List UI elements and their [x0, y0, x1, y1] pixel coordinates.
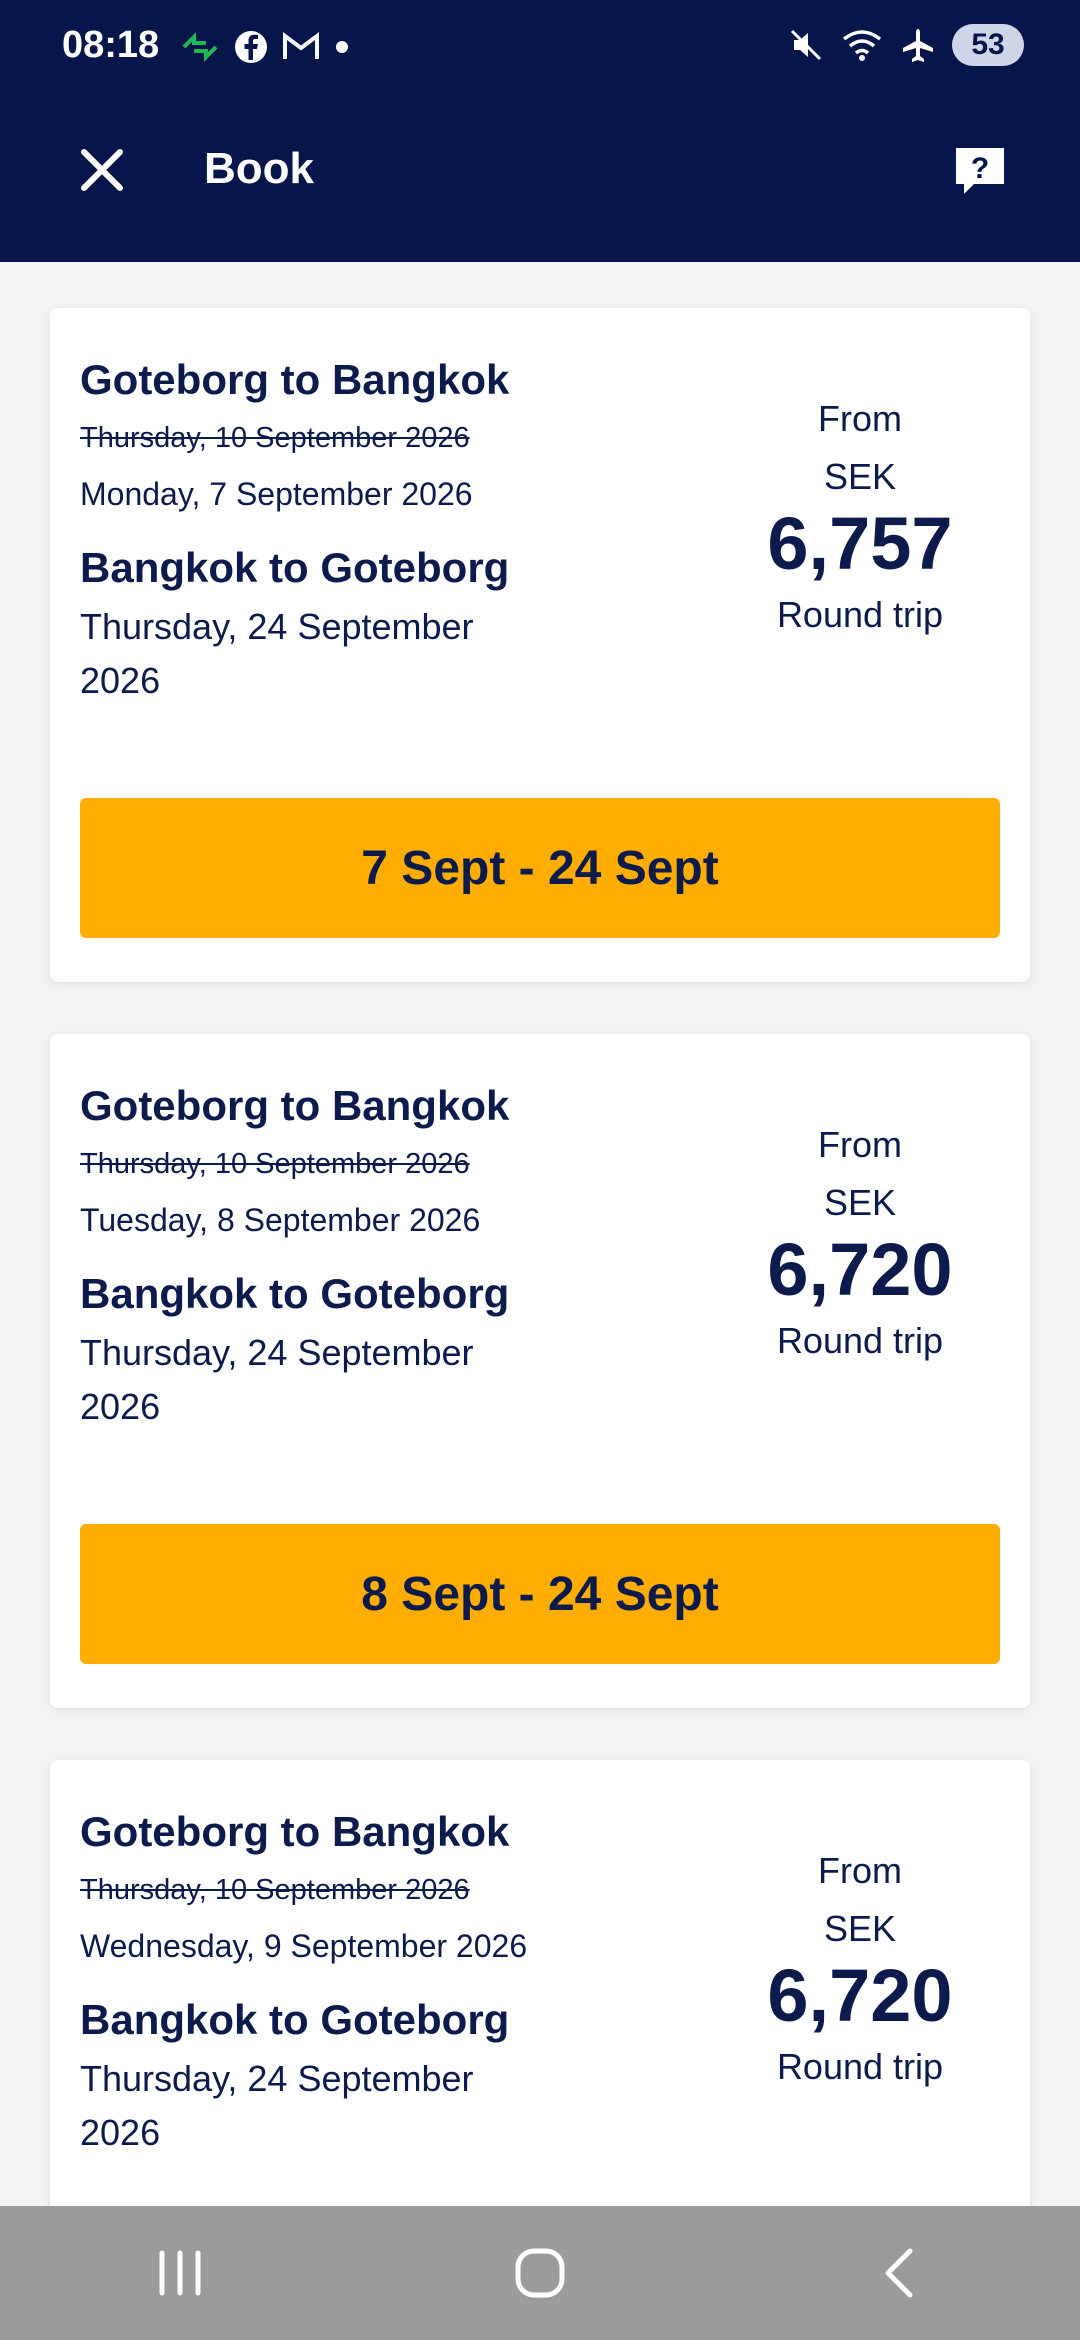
original-date: Thursday, 10 September 2026: [80, 1148, 470, 1180]
return-date: Thursday, 24 September 2026: [80, 1332, 474, 1427]
outbound-route: Goteborg to Bangkok: [80, 356, 510, 403]
back-button[interactable]: [840, 2228, 960, 2318]
price-block: From SEK 6,720 Round trip: [670, 1124, 1050, 1362]
svg-text:?: ?: [971, 152, 989, 185]
from-label: From: [818, 1124, 902, 1165]
select-dates-button[interactable]: 7 Sept - 24 Sept: [80, 798, 1000, 938]
status-bar: 08:18 53: [0, 0, 1080, 100]
mute-icon: [790, 29, 822, 61]
facebook-icon: [235, 31, 267, 63]
status-system-icons: 53: [788, 24, 1024, 66]
help-button[interactable]: ?: [950, 144, 1010, 200]
trip-type: Round trip: [776, 2046, 944, 2087]
return-date: Thursday, 24 September 2026: [80, 2058, 474, 2153]
flight-option-card: Goteborg to Bangkok Thursday, 10 Septemb…: [50, 1034, 1030, 1708]
select-dates-button[interactable]: 8 Sept - 24 Sept: [80, 1524, 1000, 1664]
trip-type: Round trip: [776, 594, 944, 635]
flight-option-card: Goteborg to Bangkok Thursday, 10 Septemb…: [50, 308, 1030, 982]
outbound-route: Goteborg to Bangkok: [80, 1082, 510, 1129]
outbound-date: Wednesday, 9 September 2026: [80, 1928, 528, 1964]
status-notification-icons: [180, 30, 350, 64]
currency: SEK: [823, 1908, 897, 1949]
return-route: Bangkok to Goteborg: [80, 1996, 510, 2043]
gmail-icon: [283, 32, 319, 59]
original-date: Thursday, 10 September 2026: [80, 1874, 470, 1906]
battery-indicator: 53: [952, 24, 1024, 66]
home-button[interactable]: [480, 2228, 600, 2318]
airplane-icon: [903, 29, 933, 62]
price-block: From SEK 6,720 Round trip: [670, 1850, 1050, 2088]
return-date: Thursday, 24 September 2026: [80, 606, 474, 701]
currency: SEK: [823, 1182, 897, 1223]
from-label: From: [818, 398, 902, 439]
wifi-icon: [842, 30, 882, 61]
price: 6,720: [767, 1228, 953, 1311]
trip-type: Round trip: [776, 1320, 944, 1361]
recent-apps-button[interactable]: [120, 2228, 240, 2318]
flight-option-card: Goteborg to Bangkok Thursday, 10 Septemb…: [50, 1760, 1030, 2206]
outbound-date: Monday, 7 September 2026: [80, 476, 473, 512]
price: 6,757: [767, 502, 953, 585]
flight-options-list: Goteborg to Bangkok Thursday, 10 Septemb…: [0, 262, 1080, 2206]
close-button[interactable]: [70, 138, 134, 202]
back-icon: [885, 2248, 913, 2298]
currency: SEK: [823, 456, 897, 497]
outbound-date: Tuesday, 8 September 2026: [80, 1202, 481, 1238]
price-block: From SEK 6,757 Round trip: [670, 398, 1050, 636]
sync-icon: [182, 32, 218, 62]
home-icon: [515, 2248, 565, 2298]
price: 6,720: [767, 1954, 953, 2037]
return-route: Bangkok to Goteborg: [80, 544, 510, 591]
system-navigation-bar: [0, 2206, 1080, 2340]
return-route: Bangkok to Goteborg: [80, 1270, 510, 1317]
close-icon: [81, 149, 123, 191]
page-title: Book: [204, 144, 314, 193]
dot-icon: [336, 41, 348, 53]
status-time: 08:18: [62, 24, 160, 66]
app-header: Book ?: [0, 100, 1080, 262]
outbound-route: Goteborg to Bangkok: [80, 1808, 510, 1855]
recent-apps-icon: [159, 2250, 201, 2296]
from-label: From: [818, 1850, 902, 1891]
help-icon: ?: [956, 148, 1004, 194]
original-date: Thursday, 10 September 2026: [80, 422, 470, 454]
